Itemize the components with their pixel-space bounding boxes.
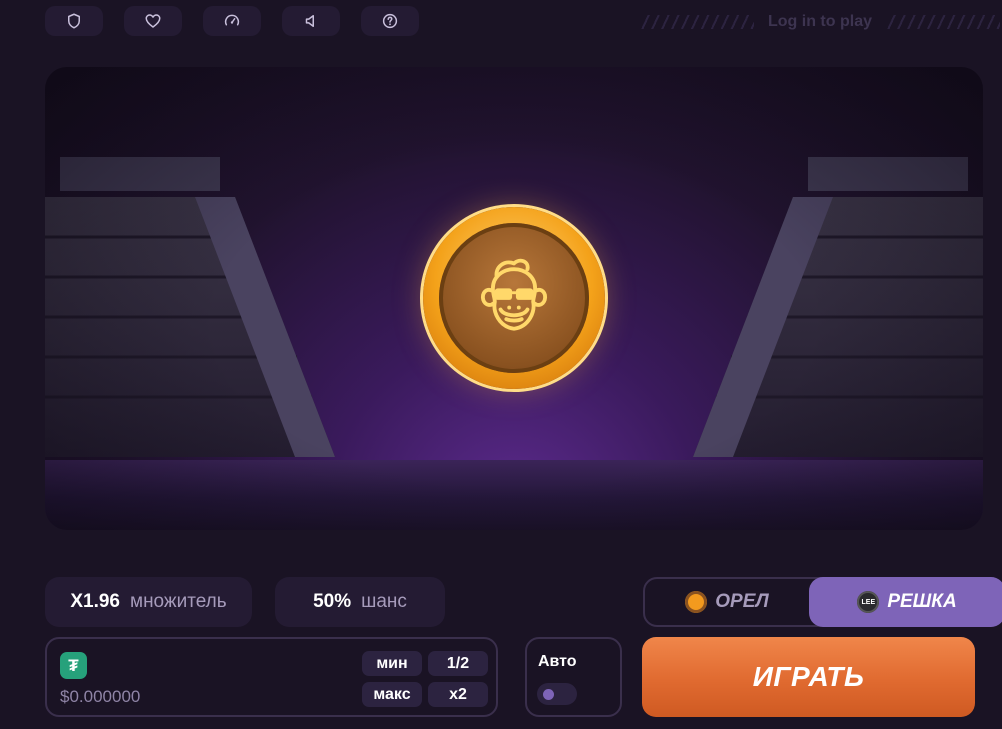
min-bet-button[interactable]: мин [362,651,422,676]
login-banner[interactable]: Log in to play [640,8,1000,36]
tails-coin-icon: LEE [857,591,880,613]
tails-label: РЕШКА [887,591,957,612]
shield-icon [68,13,80,29]
bet-amount-field[interactable]: ₮ $0.000000 мин 1/2 макс x2 [45,637,498,717]
favorite-button[interactable] [124,6,182,36]
double-bet-button[interactable]: x2 [428,682,488,707]
divider [886,15,1000,29]
speaker-icon [305,15,314,27]
max-bet-button[interactable]: макс [362,682,422,707]
play-button[interactable]: ИГРАТЬ [642,637,975,717]
chance-value: 50% [313,591,352,612]
eagle-label: ОРЕЛ [715,591,769,612]
auto-play-box: Авто [525,637,622,717]
help-button[interactable] [361,6,419,36]
login-text[interactable]: Log in to play [754,13,886,31]
divider [640,15,754,29]
speedometer-icon [224,14,240,26]
auto-toggle[interactable] [537,683,577,705]
chance-label: шанс [361,591,407,612]
auto-label: Авто [538,653,577,670]
speed-button[interactable] [203,6,261,36]
flip-coin [423,207,605,389]
multiplier-display: X1.96 множитель [45,577,252,627]
sound-button[interactable] [282,6,340,36]
multiplier-label: множитель [130,591,227,612]
chance-display: 50% шанс [275,577,445,627]
multiplier-value: X1.96 [70,591,120,612]
usdt-icon: ₮ [60,652,87,679]
top-bar: Log in to play [0,0,1002,44]
help-icon [382,13,398,29]
half-bet-button[interactable]: 1/2 [428,651,488,676]
tails-option[interactable]: LEE РЕШКА [809,577,1002,627]
game-stage [45,67,983,530]
coin-face [439,223,589,373]
auto-toggle-knob [543,689,554,700]
fairness-button[interactable] [45,6,103,36]
eagle-option[interactable]: ОРЕЛ [645,579,809,625]
heart-icon [145,14,161,28]
monkey-icon [480,258,548,331]
bet-amount-value[interactable]: $0.000000 [60,687,140,707]
eagle-coin-icon [685,591,708,613]
side-selector: ОРЕЛ LEE РЕШКА [643,577,1002,627]
